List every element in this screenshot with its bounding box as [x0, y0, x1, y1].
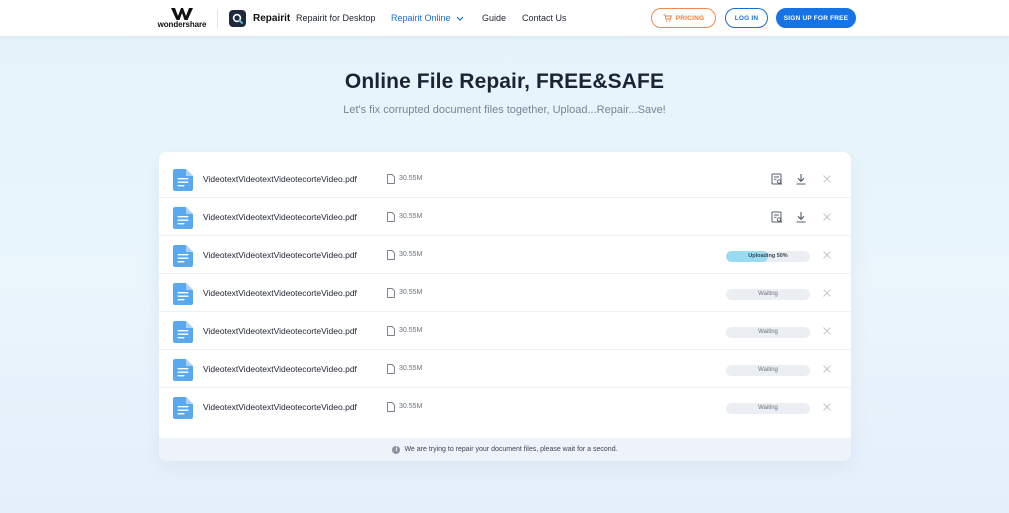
wondershare-logo-text: wondershare — [157, 20, 207, 29]
document-icon — [387, 250, 395, 260]
nav-guide[interactable]: Guide — [482, 13, 506, 23]
download-icon[interactable] — [795, 173, 807, 185]
nav-contact-us[interactable]: Contact Us — [522, 13, 567, 23]
pdf-file-icon — [173, 207, 193, 229]
file-size: 30.55M — [399, 289, 423, 296]
file-row: VideotextVideotextVideotecorteVideo.pdf … — [159, 198, 851, 236]
document-icon — [387, 212, 395, 222]
footer-message: We are trying to repair your document fi… — [404, 446, 618, 453]
file-row: VideotextVideotextVideotecorteVideo.pdf … — [159, 236, 851, 274]
chevron-down-icon — [456, 16, 463, 21]
close-icon[interactable] — [822, 212, 832, 222]
status-text: Waiting — [758, 367, 778, 373]
pdf-file-icon — [173, 283, 193, 305]
document-icon — [387, 364, 395, 374]
file-row: VideotextVideotextVideotecorteVideo.pdf … — [159, 274, 851, 312]
header-divider — [217, 9, 218, 28]
document-icon — [387, 288, 395, 298]
file-row: VideotextVideotextVideotecorteVideo.pdf … — [159, 312, 851, 350]
file-size: 30.55M — [399, 365, 423, 372]
cart-icon — [663, 14, 672, 22]
signup-button[interactable]: SIGN UP FOR FREE — [776, 8, 856, 28]
status-text: Waiting — [758, 291, 778, 297]
file-name: VideotextVideotextVideotecorteVideo.pdf — [203, 174, 357, 184]
file-name: VideotextVideotextVideotecorteVideo.pdf — [203, 212, 357, 222]
close-icon[interactable] — [822, 364, 832, 374]
wondershare-logo-icon — [171, 8, 193, 20]
close-icon[interactable] — [822, 326, 832, 336]
file-name: VideotextVideotextVideotecorteVideo.pdf — [203, 288, 357, 298]
file-size: 30.55M — [399, 403, 423, 410]
file-row: VideotextVideotextVideotecorteVideo.pdf … — [159, 350, 851, 388]
page-subtitle: Let's fix corrupted document files toget… — [343, 104, 666, 116]
preview-icon[interactable] — [771, 211, 783, 223]
file-size: 30.55M — [399, 175, 423, 182]
file-size: 30.55M — [399, 213, 423, 220]
pdf-file-icon — [173, 397, 193, 419]
waiting-status-badge: Waiting — [726, 289, 810, 300]
file-name: VideotextVideotextVideotecorteVideo.pdf — [203, 250, 357, 260]
close-icon[interactable] — [822, 288, 832, 298]
nav-repairit-online[interactable]: Repairit Online — [391, 13, 464, 23]
page-title: Online File Repair, FREE&SAFE — [344, 70, 665, 93]
status-text: Waiting — [758, 405, 778, 411]
download-icon[interactable] — [795, 211, 807, 223]
pdf-file-icon — [173, 245, 193, 267]
nav-repairit-online-label: Repairit Online — [391, 13, 451, 23]
pdf-file-icon — [173, 169, 193, 191]
file-name: VideotextVideotextVideotecorteVideo.pdf — [203, 402, 357, 412]
document-icon — [387, 402, 395, 412]
login-button[interactable]: LOG IN — [725, 8, 768, 28]
pdf-file-icon — [173, 359, 193, 381]
waiting-status-badge: Waiting — [726, 365, 810, 376]
status-text: Uploading 50% — [748, 253, 788, 259]
file-name: VideotextVideotextVideotecorteVideo.pdf — [203, 364, 357, 374]
file-name: VideotextVideotextVideotecorteVideo.pdf — [203, 326, 357, 336]
nav-repairit-for-desktop[interactable]: Repairit for Desktop — [296, 13, 376, 23]
product-name: Repairit — [253, 13, 291, 24]
preview-icon[interactable] — [771, 173, 783, 185]
file-size: 30.55M — [399, 327, 423, 334]
document-icon — [387, 174, 395, 184]
repairit-app-icon — [229, 10, 246, 27]
wondershare-logo[interactable]: wondershare — [156, 8, 208, 30]
close-icon[interactable] — [822, 174, 832, 184]
login-label: LOG IN — [734, 14, 759, 22]
close-icon[interactable] — [822, 250, 832, 260]
repairit-product-link[interactable]: Repairit — [229, 9, 290, 28]
file-list-card: VideotextVideotextVideotecorteVideo.pdf … — [159, 152, 851, 461]
status-text: Waiting — [758, 329, 778, 335]
document-icon — [387, 326, 395, 336]
close-icon[interactable] — [822, 402, 832, 412]
waiting-status-badge: Waiting — [726, 327, 810, 338]
status-footer: i We are trying to repair your document … — [159, 438, 851, 461]
info-icon: i — [392, 445, 401, 454]
pricing-label: PRICING — [675, 14, 705, 22]
pdf-file-icon — [173, 321, 193, 343]
file-row: VideotextVideotextVideotecorteVideo.pdf … — [159, 388, 851, 426]
pricing-button[interactable]: PRICING — [651, 8, 716, 28]
waiting-status-badge: Waiting — [726, 403, 810, 414]
signup-label: SIGN UP FOR FREE — [783, 14, 849, 22]
file-row: VideotextVideotextVideotecorteVideo.pdf … — [159, 160, 851, 198]
top-navigation-bar: wondershare Repairit Repairit for Deskto… — [0, 0, 1009, 37]
file-size: 30.55M — [399, 251, 423, 258]
upload-progress-bar: Uploading 50% — [726, 251, 810, 262]
